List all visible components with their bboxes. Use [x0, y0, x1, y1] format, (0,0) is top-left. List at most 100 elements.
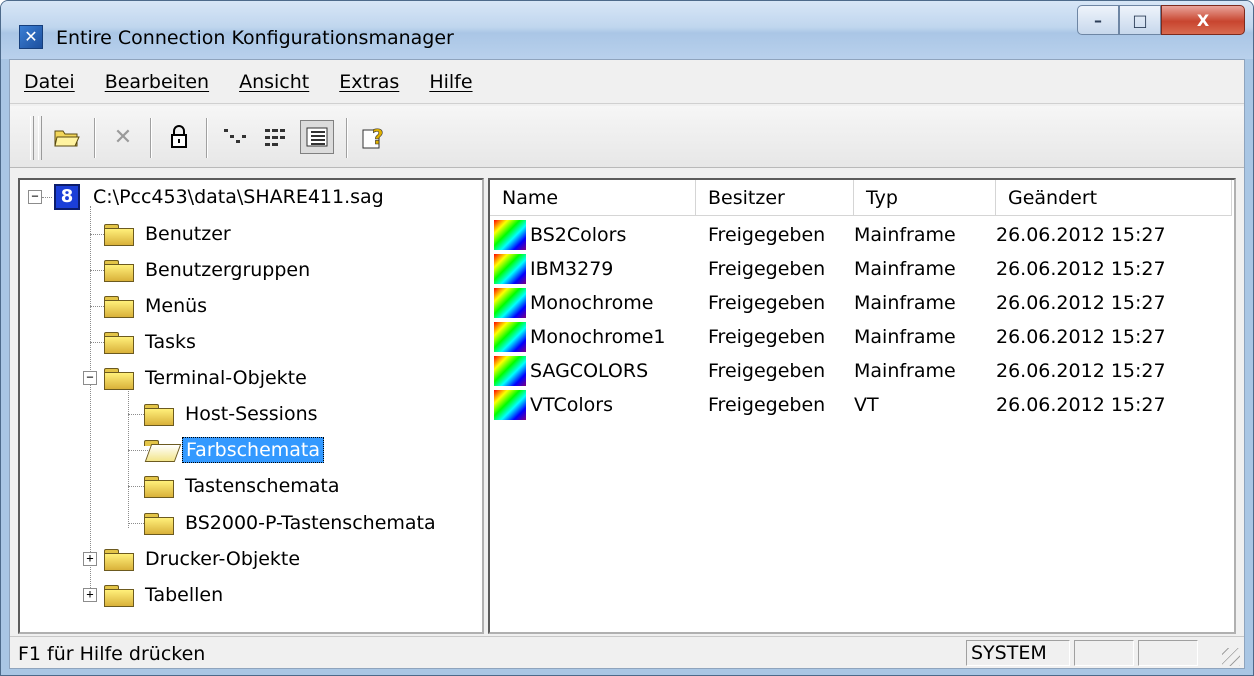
client-area: Datei Bearbeiten Ansicht Extras Hilfe ✕	[9, 59, 1245, 669]
app-icon: ✕	[19, 25, 43, 49]
tree-item-host-sessions[interactable]: Host-Sessions	[144, 397, 321, 431]
tree-item-tastenschemata[interactable]: Tastenschemata	[144, 469, 343, 503]
cell-type: Mainframe	[854, 360, 956, 382]
tree-item-label-selected: Farbschemata	[182, 437, 325, 463]
expand-drucker-objekte-icon[interactable]: +	[83, 552, 97, 566]
list-item[interactable]: IBM3279 Freigegeben Mainframe 26.06.2012…	[490, 252, 1166, 286]
tree-item-label: Tabellen	[145, 584, 224, 606]
maximize-button[interactable]: □	[1119, 5, 1161, 35]
color-scheme-icon	[494, 254, 526, 284]
tree-item-benutzer[interactable]: Benutzer	[104, 217, 234, 251]
tree-item-label: Tastenschemata	[185, 475, 340, 497]
details-view-icon[interactable]	[300, 120, 334, 154]
list-item[interactable]: Monochrome Freigegeben Mainframe 26.06.2…	[490, 286, 1166, 320]
tree-connector	[42, 197, 52, 198]
toolbar-grip[interactable]	[30, 116, 34, 160]
list-view-icon[interactable]	[260, 120, 294, 154]
folder-icon	[144, 513, 174, 535]
tree-item-benutzergruppen[interactable]: Benutzergruppen	[104, 253, 313, 287]
cell-owner: Freigegeben	[708, 224, 826, 246]
menu-hilfe[interactable]: Hilfe	[429, 71, 472, 93]
tree-item-drucker-objekte[interactable]: Drucker-Objekte	[104, 542, 303, 576]
resize-grip-icon[interactable]	[1222, 648, 1240, 666]
folder-icon	[104, 368, 134, 390]
toolbar-separator	[346, 118, 348, 158]
color-scheme-icon	[494, 356, 526, 386]
tree-item-terminal-objekte[interactable]: Terminal-Objekte	[104, 361, 310, 395]
details-list[interactable]: Name Besitzer Typ Geändert BS2Colors Fre…	[488, 178, 1236, 634]
close-button[interactable]: X	[1161, 5, 1245, 35]
column-header-typ[interactable]: Typ	[854, 180, 996, 216]
tree-item-label: BS2000-P-Tastenschemata	[185, 512, 436, 534]
toolbar-grip-2	[38, 116, 42, 160]
tree-item-label: Menüs	[145, 295, 208, 317]
tree-connector	[90, 206, 91, 596]
cell-owner: Freigegeben	[708, 292, 826, 314]
toolbar-separator	[206, 118, 208, 158]
list-item[interactable]: SAGCOLORS Freigegeben Mainframe 26.06.20…	[490, 354, 1166, 388]
lock-icon[interactable]	[162, 120, 196, 154]
cell-owner: Freigegeben	[708, 258, 826, 280]
status-pane-empty	[1138, 640, 1198, 666]
cell-changed: 26.06.2012 15:27	[996, 292, 1166, 314]
cell-type: Mainframe	[854, 326, 956, 348]
tree-item-tasks[interactable]: Tasks	[104, 325, 199, 359]
cell-changed: 26.06.2012 15:27	[996, 224, 1166, 246]
minimize-button[interactable]: –	[1077, 5, 1119, 35]
cell-owner: Freigegeben	[708, 326, 826, 348]
color-scheme-icon	[494, 220, 526, 250]
list-item[interactable]: BS2Colors Freigegeben Mainframe 26.06.20…	[490, 218, 1166, 252]
app-window: ✕ Entire Connection Konfigurationsmanage…	[0, 0, 1254, 676]
folder-icon	[144, 476, 174, 498]
tree-view[interactable]: − 8 C:\Pcc453\data\SHARE411.sag Benutzer…	[18, 178, 484, 634]
window-title: Entire Connection Konfigurationsmanager	[56, 27, 454, 49]
tree-connector	[128, 388, 129, 528]
folder-icon	[104, 224, 134, 246]
menu-bar: Datei Bearbeiten Ansicht Extras Hilfe	[10, 60, 1244, 104]
tree-item-farbschemata[interactable]: Farbschemata	[144, 433, 325, 467]
tree-item-label: Benutzergruppen	[145, 259, 311, 281]
cell-changed: 26.06.2012 15:27	[996, 360, 1166, 382]
toolbar-separator	[150, 118, 152, 158]
tree-item-label: Terminal-Objekte	[145, 367, 307, 389]
cell-type: Mainframe	[854, 224, 956, 246]
window-controls: – □ X	[1077, 5, 1245, 35]
tree-item-label: Tasks	[145, 331, 196, 353]
column-header-name[interactable]: Name	[490, 180, 696, 216]
cell-type: Mainframe	[854, 292, 956, 314]
cell-changed: 26.06.2012 15:27	[996, 394, 1166, 416]
title-bar[interactable]: ✕ Entire Connection Konfigurationsmanage…	[1, 1, 1253, 59]
list-item[interactable]: Monochrome1 Freigegeben Mainframe 26.06.…	[490, 320, 1166, 354]
column-header-besitzer[interactable]: Besitzer	[696, 180, 854, 216]
color-scheme-icon	[494, 288, 526, 318]
tree-item-menues[interactable]: Menüs	[104, 289, 210, 323]
menu-extras[interactable]: Extras	[339, 71, 399, 93]
toolbar: ✕ ?	[10, 106, 1244, 168]
menu-datei[interactable]: Datei	[24, 71, 75, 93]
cell-changed: 26.06.2012 15:27	[996, 258, 1166, 280]
tree-item-label: C:\Pcc453\data\SHARE411.sag	[93, 186, 384, 208]
status-bar: F1 für Hilfe drücken SYSTEM	[10, 636, 1244, 668]
svg-text:?: ?	[372, 125, 384, 149]
menu-bearbeiten[interactable]: Bearbeiten	[105, 71, 209, 93]
tree-item-bs2000-p-tastenschemata[interactable]: BS2000-P-Tastenschemata	[144, 506, 439, 540]
tree-item-root[interactable]: 8 C:\Pcc453\data\SHARE411.sag	[54, 180, 387, 214]
cell-owner: Freigegeben	[708, 394, 826, 416]
open-folder-icon[interactable]	[50, 120, 84, 154]
column-header-geaendert[interactable]: Geändert	[996, 180, 1232, 216]
cell-owner: Freigegeben	[708, 360, 826, 382]
tree-item-tabellen[interactable]: Tabellen	[104, 578, 226, 612]
collapse-root-icon[interactable]: −	[28, 190, 42, 204]
color-scheme-icon	[494, 322, 526, 352]
menu-ansicht[interactable]: Ansicht	[239, 71, 309, 93]
folder-icon	[104, 332, 134, 354]
folder-icon	[144, 404, 174, 426]
expand-tabellen-icon[interactable]: +	[83, 588, 97, 602]
cell-name: IBM3279	[530, 258, 614, 280]
list-item[interactable]: VTColors Freigegeben VT 26.06.2012 15:27	[490, 388, 1166, 422]
large-icons-view-icon[interactable]	[218, 120, 252, 154]
delete-icon[interactable]: ✕	[106, 120, 140, 154]
help-icon[interactable]: ?	[358, 120, 392, 154]
color-scheme-icon	[494, 390, 526, 420]
collapse-terminal-objekte-icon[interactable]: −	[83, 371, 97, 385]
